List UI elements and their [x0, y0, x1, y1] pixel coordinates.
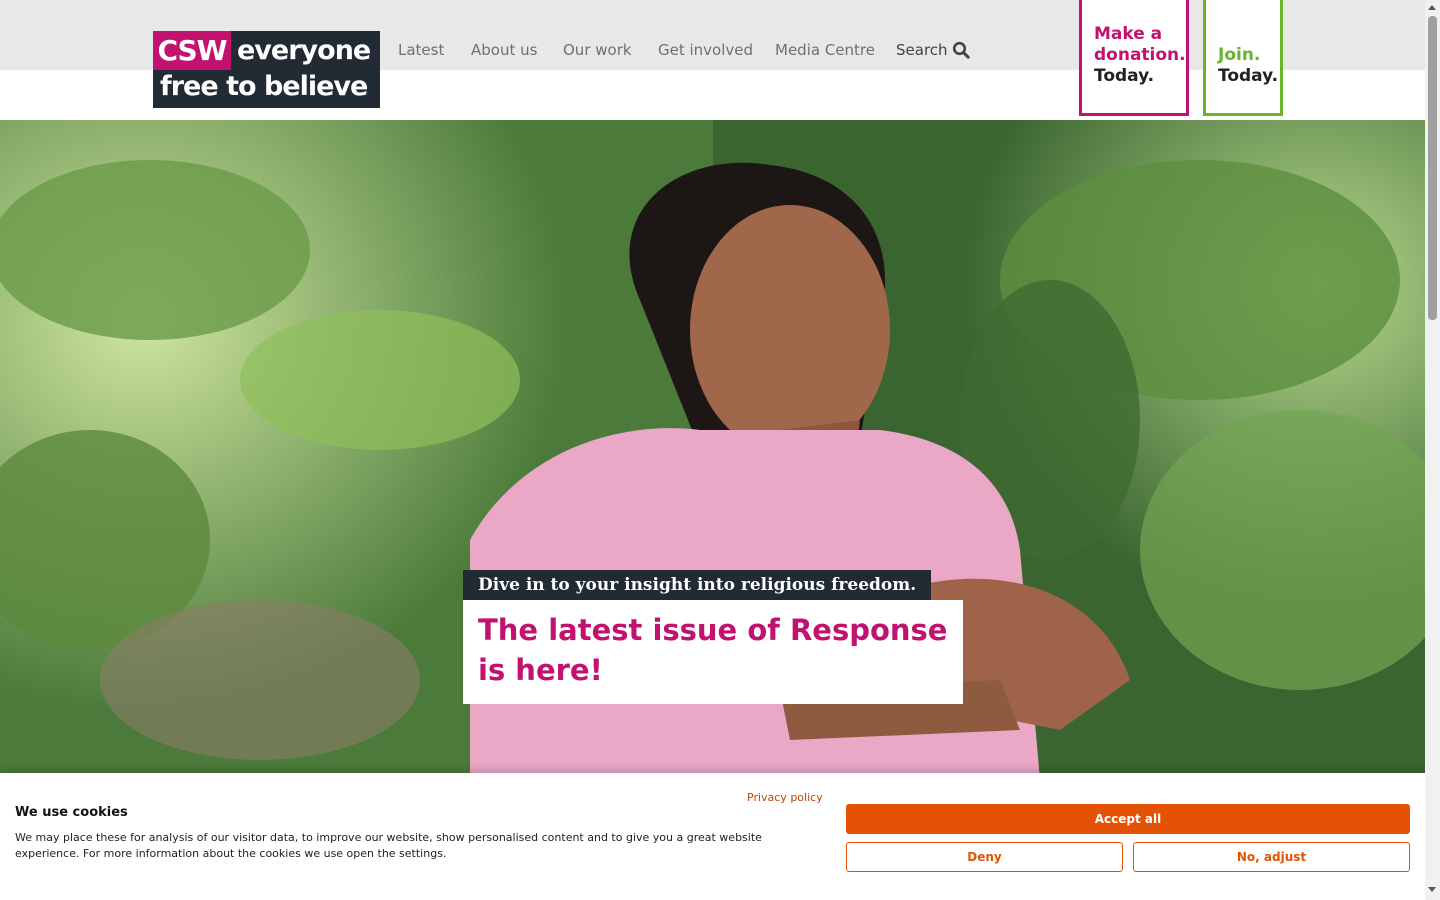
scroll-up-arrow-icon[interactable] [1428, 5, 1436, 10]
logo-badge: CSW [153, 31, 231, 70]
site-logo[interactable]: CSW everyone free to believe [153, 31, 380, 108]
cookie-title: We use cookies [15, 805, 128, 820]
nav-item-media-centre[interactable]: Media Centre [775, 40, 875, 60]
hero-headline-card[interactable]: The latest issue of Response is here! [463, 600, 963, 704]
search-label: Search [896, 41, 948, 59]
join-button[interactable]: Join. Today. [1203, 0, 1283, 116]
scroll-down-arrow-icon[interactable] [1428, 887, 1436, 892]
privacy-policy-link[interactable]: Privacy policy [747, 790, 823, 806]
hero-kicker: Dive in to your insight into religious f… [463, 570, 932, 600]
donate-button[interactable]: Make a donation. Today. [1079, 0, 1189, 116]
cookie-banner: We use cookies We may place these for an… [0, 773, 1425, 900]
nav-item-get-involved[interactable]: Get involved [658, 40, 753, 60]
deny-button[interactable]: Deny [846, 842, 1123, 872]
adjust-button[interactable]: No, adjust [1133, 842, 1410, 872]
nav-item-our-work[interactable]: Our work [563, 40, 632, 60]
hero-headline[interactable]: The latest issue of Response is here! [478, 610, 948, 690]
donate-line-3: Today. [1094, 66, 1155, 86]
join-line-2: Today. [1218, 66, 1279, 86]
donate-line-1: Make a [1094, 24, 1163, 44]
search-button[interactable]: Search [896, 40, 970, 60]
logo-line-1: everyone [237, 35, 371, 66]
nav-item-latest[interactable]: Latest [398, 40, 444, 60]
accept-all-button[interactable]: Accept all [846, 804, 1410, 834]
scrollbar-thumb[interactable] [1428, 16, 1437, 320]
hero-image: Dive in to your insight into religious f… [0, 120, 1425, 780]
donate-line-2: donation. [1094, 45, 1186, 65]
page-scrollbar[interactable] [1425, 0, 1440, 900]
join-line-1: Join. [1218, 45, 1261, 65]
search-icon [952, 41, 970, 59]
cookie-text: We may place these for analysis of our v… [15, 831, 762, 860]
logo-line-2: free to believe [160, 71, 368, 102]
nav-item-about-us[interactable]: About us [471, 40, 537, 60]
